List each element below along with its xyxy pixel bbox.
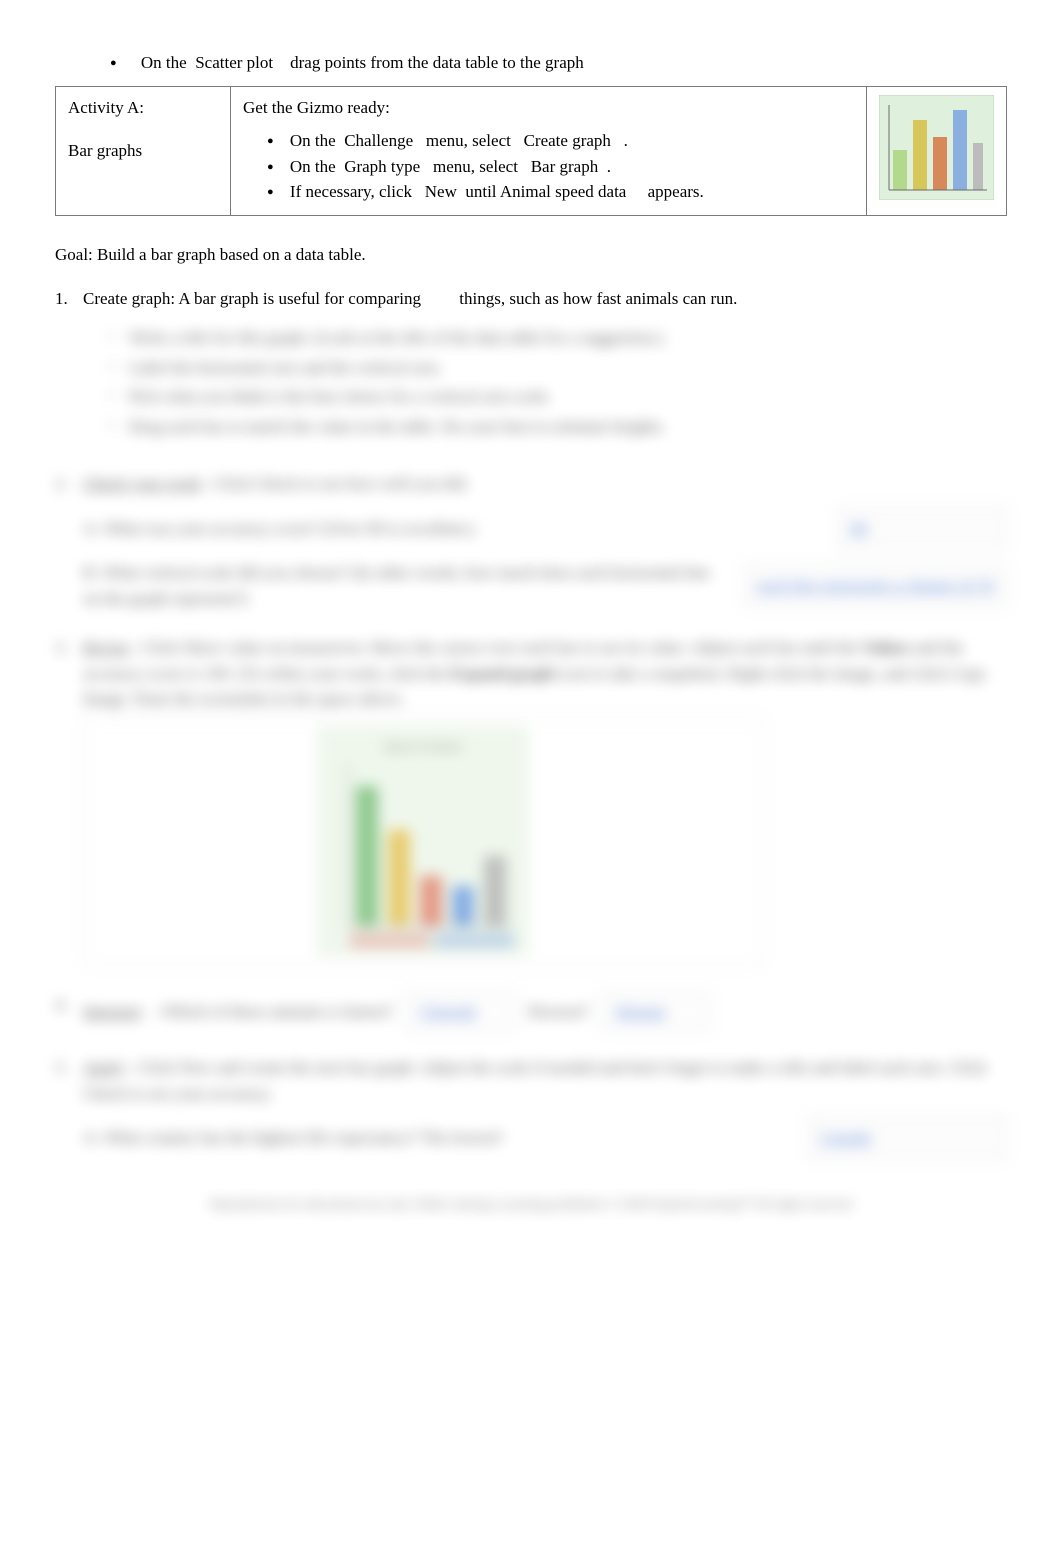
- activity-center-cell: Get the Gizmo ready: On the Challenge me…: [231, 86, 867, 216]
- step-2-a-answer: 98: [837, 507, 1007, 551]
- activity-title: Activity A:: [68, 95, 218, 121]
- step-5: 5. Apply : Click New and create the next…: [55, 1055, 1007, 1170]
- step-2-row-a: A. What was your accuracy score? (Over 9…: [83, 507, 1007, 551]
- step-1-sub-2: Label the horizontal axis and the vertic…: [107, 355, 1007, 381]
- step-2-a-prompt: A. What was your accuracy score? (Over 9…: [83, 516, 825, 542]
- step-5-a-prompt: A. What country has the highest life exp…: [83, 1125, 795, 1151]
- step-2-b-answer: each line represents a change of 10: [743, 564, 1007, 608]
- t: Create graph: [524, 131, 611, 150]
- step-2-row-b: B. What vertical scale did you choose? (…: [83, 560, 1007, 611]
- step-4-mid: Slowest?: [527, 999, 588, 1025]
- activity-table: Activity A: Bar graphs Get the Gizmo rea…: [55, 86, 1007, 217]
- activity-thumb-cell: [867, 86, 1007, 216]
- step-1-sublist: Write a title for this graph. (Look at t…: [107, 325, 1007, 439]
- ready-heading: Get the Gizmo ready:: [243, 95, 854, 121]
- t: Bar graph: [531, 157, 599, 176]
- activity-left-cell: Activity A: Bar graphs: [56, 86, 231, 216]
- t: : Click Show value on mouseover. Move th…: [134, 638, 858, 657]
- chart-title: Speed of Animals: [384, 741, 462, 753]
- step-4-body: : Which of these animals is fastest?: [154, 999, 394, 1025]
- step-4-answer-2: Human: [600, 992, 710, 1032]
- t: On the: [290, 157, 336, 176]
- step-3-title: Revise: [83, 638, 129, 657]
- step-5-body: : Click New and create the next bar grap…: [83, 1058, 986, 1103]
- t: menu, select: [433, 157, 518, 176]
- t: appears.: [648, 182, 704, 201]
- step-1-sub-3: Pick what you think is the best choice f…: [107, 384, 1007, 410]
- step-number: 5.: [55, 1055, 83, 1170]
- t: Graph type: [344, 157, 420, 176]
- step-5-title: Apply: [83, 1058, 126, 1077]
- text: drag points from the data table to the g…: [290, 53, 584, 72]
- step-5-row-a: A. What country has the highest life exp…: [83, 1116, 1007, 1160]
- copyright-footer: Reproduction for educational use only. P…: [55, 1194, 1007, 1214]
- t: .: [607, 157, 611, 176]
- ready-list: On the Challenge menu, select Create gra…: [267, 128, 854, 205]
- step-2: 2. Check your work : Click Check to see …: [55, 471, 1007, 621]
- t: .: [624, 131, 628, 150]
- t: until Animal speed data: [465, 182, 626, 201]
- step-1-sub-4: Drag each bar to match the value in the …: [107, 414, 1007, 440]
- goal-text: Goal: Build a bar graph based on a data …: [55, 242, 1007, 268]
- activity-subtitle: Bar graphs: [68, 138, 218, 164]
- step-4-title: Interpret: [83, 999, 142, 1025]
- step-2-body: : Click Check to see how well you did.: [205, 474, 469, 493]
- scatter-plot-hint: On the Scatter plot drag points from the…: [110, 50, 1007, 76]
- text: On the: [141, 53, 187, 72]
- ready-item-2: On the Graph type menu, select Bar graph…: [267, 154, 854, 180]
- step-1-sub-1: Write a title for this graph. (Look at t…: [107, 325, 1007, 351]
- t: Challenge: [344, 131, 413, 150]
- text: Scatter plot: [195, 53, 273, 72]
- t: Expand graph: [450, 664, 554, 683]
- step-1-lead: Create graph: A bar graph is useful for …: [83, 289, 421, 308]
- step-4-answer-1: Cheetah: [405, 992, 515, 1032]
- t: New: [425, 182, 457, 201]
- step-number: 4.: [55, 992, 83, 1042]
- step-number: 1.: [55, 286, 83, 444]
- step-number: 3.: [55, 635, 83, 978]
- step-4: 4. Interpret : Which of these animals is…: [55, 992, 1007, 1042]
- screenshot-placeholder: Speed of Animals: [83, 716, 763, 966]
- bar-chart-screenshot-icon: Speed of Animals: [318, 726, 528, 956]
- t: If necessary, click: [290, 182, 412, 201]
- step-2-b-prompt: B. What vertical scale did you choose? (…: [83, 560, 731, 611]
- step-1-tail: things, such as how fast animals can run…: [459, 289, 737, 308]
- step-1: 1. Create graph: A bar graph is useful f…: [55, 286, 1007, 444]
- ready-item-3: If necessary, click New until Animal spe…: [267, 179, 854, 205]
- ready-item-1: On the Challenge menu, select Create gra…: [267, 128, 854, 154]
- step-5-a-answer: Canada: [807, 1116, 1007, 1160]
- t: On the: [290, 131, 336, 150]
- t: menu, select: [426, 131, 511, 150]
- bar-chart-thumbnail-icon: [879, 95, 994, 200]
- numbered-steps: 1. Create graph: A bar graph is useful f…: [55, 286, 1007, 1214]
- t: Values: [862, 638, 910, 657]
- step-2-title: Check your work: [83, 474, 201, 493]
- step-number: 2.: [55, 471, 83, 621]
- step-3: 3. Revise : Click Show value on mouseove…: [55, 635, 1007, 978]
